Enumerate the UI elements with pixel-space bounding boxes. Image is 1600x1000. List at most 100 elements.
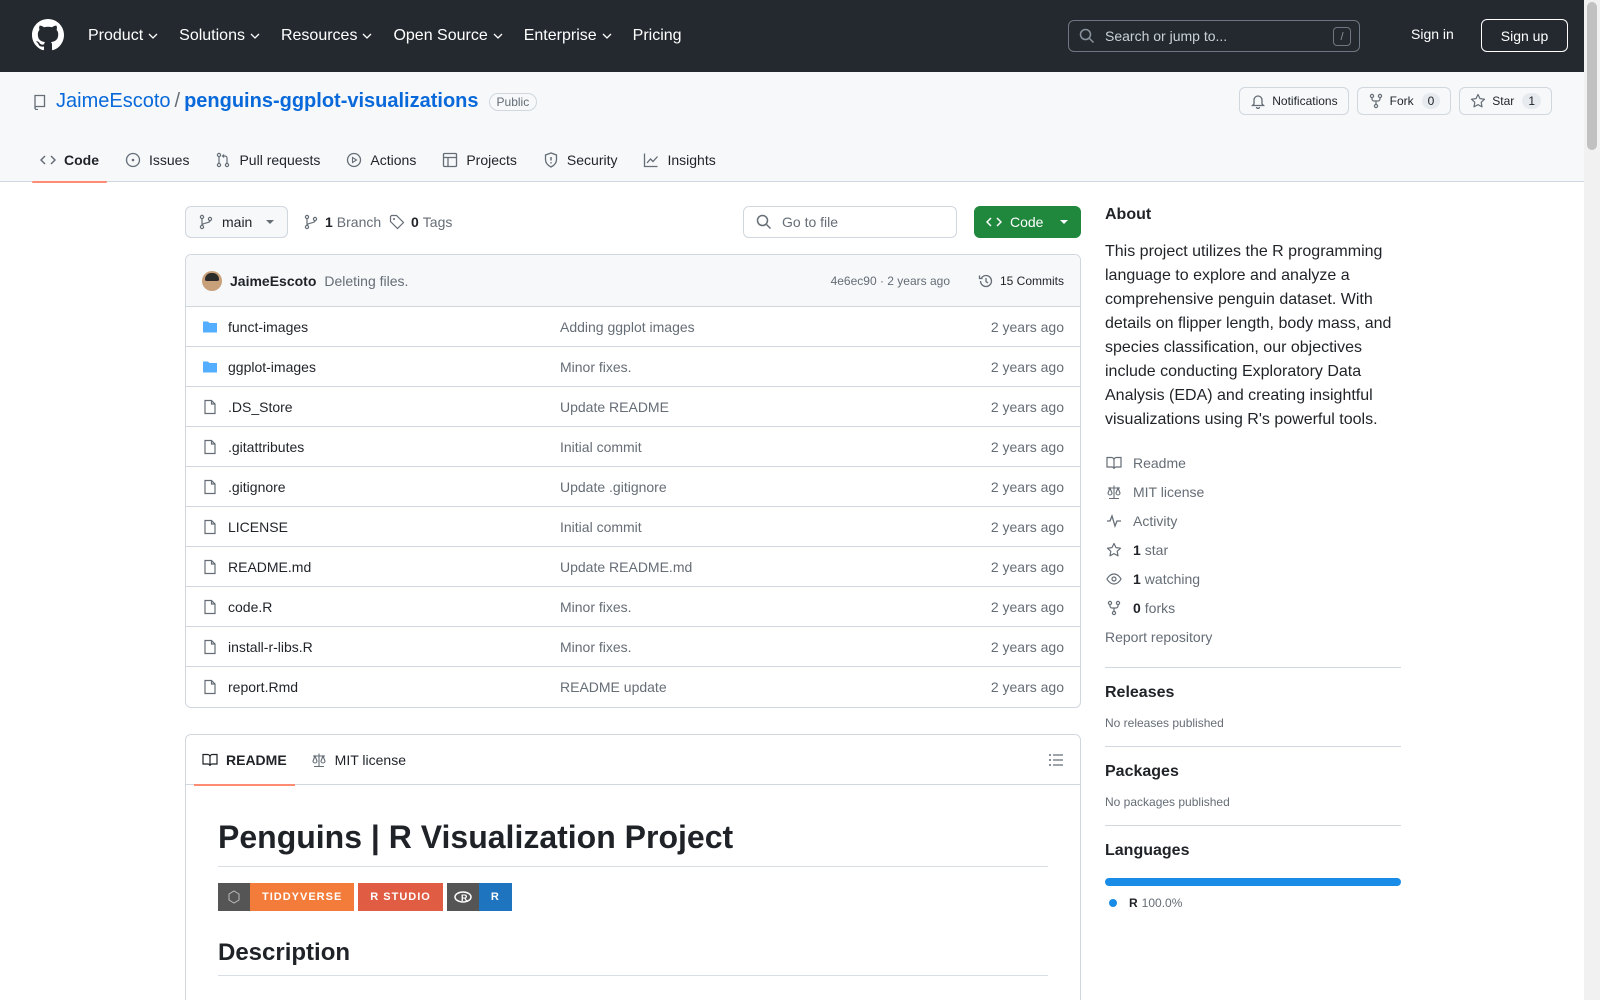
commit-author-link[interactable]: JaimeEscoto: [230, 273, 316, 289]
file-name-link[interactable]: .gitattributes: [228, 439, 304, 455]
star-icon: [1106, 542, 1122, 556]
svg-text:R: R: [461, 893, 469, 903]
nav-label: Resources: [280, 27, 358, 44]
law-icon: [312, 753, 326, 767]
file-commit-message-link[interactable]: Minor fixes.: [560, 599, 632, 615]
sign-up-button[interactable]: Sign up: [1481, 19, 1568, 52]
tab-readme[interactable]: README: [194, 735, 295, 786]
releases-heading[interactable]: Releases: [1105, 684, 1401, 702]
file-name-link[interactable]: install-r-libs.R: [228, 639, 313, 655]
tab-pull-requests[interactable]: Pull requests: [207, 138, 328, 182]
nav-solutions[interactable]: Solutions: [179, 27, 269, 45]
file-row[interactable]: funct-images Adding ggplot images 2 years …: [186, 307, 1080, 347]
repo-name-link[interactable]: penguins-ggplot-visualizations: [184, 90, 478, 113]
avatar[interactable]: [202, 270, 222, 291]
go-to-file-placeholder: Go to file: [782, 214, 839, 230]
scrollbar-thumb[interactable]: [1587, 2, 1597, 150]
file-name-link[interactable]: LICENSE: [228, 519, 288, 535]
tab-insights[interactable]: Insights: [635, 138, 723, 182]
fork-button[interactable]: Fork 0: [1356, 87, 1452, 115]
commit-hash-and-date[interactable]: 4e6ec90 · 2 years ago: [831, 274, 950, 288]
languages-heading: Languages: [1105, 842, 1190, 859]
file-commit-message-link[interactable]: Minor fixes.: [560, 639, 632, 655]
file-commit-message-link[interactable]: Initial commit: [560, 519, 642, 535]
chevron-down-icon: [602, 33, 612, 39]
tab-label: Projects: [466, 152, 517, 168]
file-name-link[interactable]: README.md: [228, 559, 311, 575]
file-commit-date: 2 years ago: [990, 358, 1064, 375]
search-input[interactable]: Search or jump to... /: [1068, 20, 1360, 52]
language-item[interactable]: R 100.0%: [1109, 896, 1401, 910]
folder-icon: [202, 319, 218, 335]
commit-history-link[interactable]: 15 Commits: [978, 273, 1064, 289]
tab-actions[interactable]: Actions: [338, 138, 424, 182]
file-row[interactable]: report.Rmd README update 2 years ago: [186, 667, 1080, 707]
file-commit-date: 2 years ago: [990, 598, 1064, 615]
file-row[interactable]: install-r-libs.R Minor fixes. 2 years ago: [186, 627, 1080, 667]
file-commit-message-link[interactable]: Update README.md: [560, 559, 692, 575]
tag-label: Tags: [422, 214, 453, 230]
nav-product[interactable]: Product: [88, 27, 167, 45]
file-list: JaimeEscoto Deleting files. 4e6ec90 · 2 …: [185, 254, 1081, 708]
file-name-link[interactable]: .gitignore: [228, 479, 286, 495]
file-name-link[interactable]: ggplot-images: [228, 359, 316, 375]
file-name-link[interactable]: report.Rmd: [228, 679, 298, 695]
tab-issues[interactable]: Issues: [117, 138, 197, 182]
branch-select-button[interactable]: main: [185, 206, 288, 238]
stars-link[interactable]: 1 star: [1105, 535, 1401, 564]
nav-pricing[interactable]: Pricing: [633, 27, 690, 45]
tab-security[interactable]: Security: [535, 138, 626, 182]
file-row[interactable]: code.R Minor fixes. 2 years ago: [186, 587, 1080, 627]
file-row[interactable]: .gitattributes Initial commit 2 years ago: [186, 427, 1080, 467]
readme-link[interactable]: Readme: [1105, 448, 1401, 477]
code-dropdown-button[interactable]: Code: [974, 206, 1081, 238]
repo-owner-link[interactable]: JaimeEscoto: [56, 90, 171, 113]
packages-empty-text: No packages published: [1105, 795, 1230, 809]
tab-projects[interactable]: Projects: [434, 138, 525, 182]
file-row[interactable]: .gitignore Update .gitignore 2 years ago: [186, 467, 1080, 507]
nav-open-source[interactable]: Open Source: [393, 27, 511, 45]
file-commit-message-link[interactable]: Update .gitignore: [560, 479, 667, 495]
badge-rstudio[interactable]: R STUDIO: [358, 883, 443, 911]
file-commit-message-link[interactable]: Adding ggplot images: [560, 319, 695, 335]
notifications-label: Notifications: [1272, 94, 1338, 108]
notifications-button[interactable]: Notifications: [1239, 87, 1349, 115]
page-scrollbar[interactable]: [1584, 0, 1600, 1000]
nav-enterprise[interactable]: Enterprise: [524, 27, 621, 45]
file-name-link[interactable]: code.R: [228, 599, 272, 615]
file-commit-message-link[interactable]: Minor fixes.: [560, 359, 632, 375]
list-unordered-icon[interactable]: [1048, 752, 1064, 768]
file-commit-message-link[interactable]: README update: [560, 679, 667, 695]
file-row[interactable]: ggplot-images Minor fixes. 2 years ago: [186, 347, 1080, 387]
chevron-down-icon: [250, 33, 260, 39]
tab-code[interactable]: Code: [32, 138, 107, 183]
tab-license[interactable]: MIT license: [303, 735, 414, 785]
file-commit-message-link[interactable]: Initial commit: [560, 439, 642, 455]
file-row[interactable]: README.md Update README.md 2 years ago: [186, 547, 1080, 587]
watchers-link[interactable]: 1 watching: [1105, 564, 1401, 593]
branches-link[interactable]: 1 Branch: [303, 214, 381, 230]
file-name-link[interactable]: .DS_Store: [228, 399, 293, 415]
badge-tidyverse[interactable]: TIDDYVERSE: [218, 883, 355, 911]
github-logo-icon[interactable]: [32, 19, 64, 51]
commit-message-link[interactable]: Deleting files.: [324, 273, 408, 289]
sign-in-link[interactable]: Sign in: [1411, 26, 1454, 42]
file-commit-message-link[interactable]: Update README: [560, 399, 669, 415]
nav-label: Solutions: [179, 27, 245, 44]
readme-link-label: Readme: [1133, 454, 1186, 471]
file-name-link[interactable]: funct-images: [228, 319, 308, 335]
forks-link[interactable]: 0 forks: [1105, 593, 1401, 622]
license-link[interactable]: MIT license: [1105, 477, 1401, 506]
file-row[interactable]: .DS_Store Update README 2 years ago: [186, 387, 1080, 427]
badge-r[interactable]: R R: [446, 883, 512, 911]
file-row[interactable]: LICENSE Initial commit 2 years ago: [186, 507, 1080, 547]
go-to-file-input[interactable]: Go to file: [743, 206, 957, 238]
tags-link[interactable]: 0 Tags: [389, 214, 452, 230]
packages-heading[interactable]: Packages: [1105, 763, 1401, 781]
nav-resources[interactable]: Resources: [281, 27, 381, 45]
star-button[interactable]: Star 1: [1459, 87, 1552, 115]
forks-label: forks: [1144, 599, 1176, 616]
activity-link[interactable]: Activity: [1105, 506, 1401, 535]
report-repository-link[interactable]: Report repository: [1105, 622, 1401, 651]
visibility-badge: Public: [488, 92, 538, 111]
